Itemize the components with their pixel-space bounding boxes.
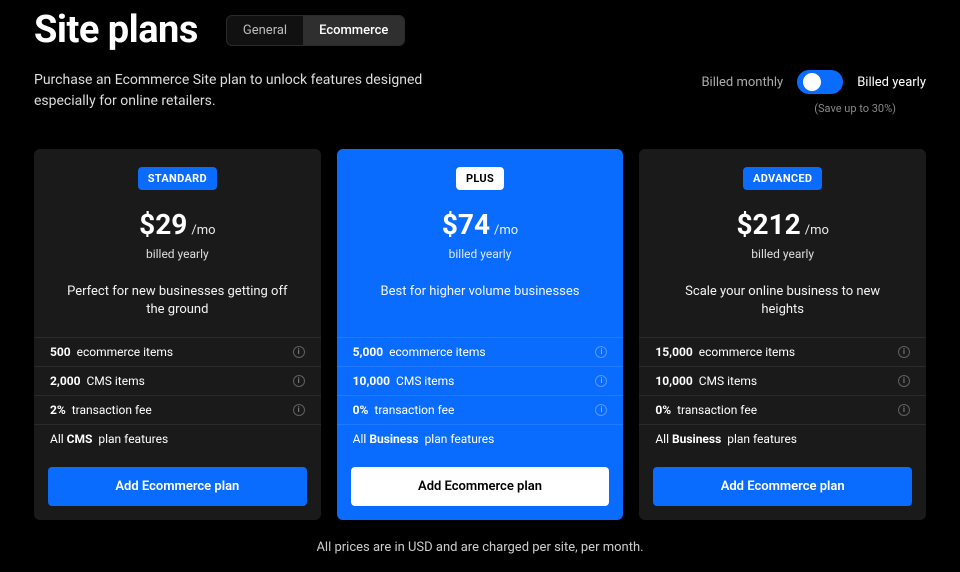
add-plan-button[interactable]: Add Ecommerce plan [653,467,912,506]
feature-row: 15,000 ecommerce itemsi [639,337,926,366]
feature-row: 500 ecommerce itemsi [34,337,321,366]
feature-row: All Business plan featuresi [639,424,926,453]
plan-per: /mo [191,223,215,238]
feature-row: 2,000 CMS itemsi [34,366,321,395]
feature-row: 0% transaction feei [337,395,624,424]
plan-features: 5,000 ecommerce itemsi 10,000 CMS itemsi… [337,337,624,453]
plan-card-plus: PLUS $74 /mo billed yearly Best for high… [337,149,624,520]
info-icon[interactable]: i [595,404,607,416]
info-icon[interactable]: i [595,346,607,358]
info-icon[interactable]: i [898,346,910,358]
billed-yearly-label[interactable]: Billed yearly [857,75,926,90]
pricing-cards: STANDARD $29 /mo billed yearly Perfect f… [34,149,926,520]
add-plan-button[interactable]: Add Ecommerce plan [351,467,610,506]
info-icon[interactable]: i [293,404,305,416]
toggle-knob [803,73,821,91]
save-note: (Save up to 30%) [701,102,896,115]
page-title: Site plans [34,8,198,52]
plan-features: 15,000 ecommerce itemsi 10,000 CMS items… [639,337,926,453]
info-icon[interactable]: i [898,375,910,387]
plan-tagline: Perfect for new businesses getting off t… [34,283,321,319]
plan-per: /mo [805,223,829,238]
feature-row: All CMS plan featuresi [34,424,321,453]
billing-cycle-toggle[interactable] [797,70,843,94]
plan-badge: ADVANCED [743,167,822,190]
billed-monthly-label[interactable]: Billed monthly [701,75,783,90]
info-icon[interactable]: i [595,375,607,387]
plan-price: $212 [736,208,800,241]
plan-card-standard: STANDARD $29 /mo billed yearly Perfect f… [34,149,321,520]
plan-billed: billed yearly [751,247,814,261]
plan-billed: billed yearly [449,247,512,261]
feature-row: 2% transaction feei [34,395,321,424]
plan-billed: billed yearly [146,247,209,261]
plan-tagline: Best for higher volume businesses [355,283,606,319]
tab-ecommerce[interactable]: Ecommerce [303,16,404,45]
feature-row: 10,000 CMS itemsi [639,366,926,395]
tab-general[interactable]: General [227,16,303,45]
plan-price-row: $29 /mo [139,208,215,241]
info-icon[interactable]: i [293,346,305,358]
plan-badge: PLUS [456,167,504,190]
feature-row: 10,000 CMS itemsi [337,366,624,395]
plan-badge: STANDARD [138,167,217,190]
feature-row: 0% transaction feei [639,395,926,424]
plan-price: $74 [442,208,490,241]
plan-category-tabs: General Ecommerce [226,15,405,46]
info-icon[interactable]: i [898,404,910,416]
plan-tagline: Scale your online business to new height… [639,283,926,319]
plan-price-row: $212 /mo [736,208,828,241]
billing-toggle-group: Billed monthly Billed yearly (Save up to… [701,70,926,115]
pricing-footnote: All prices are in USD and are charged pe… [34,540,926,555]
plan-card-advanced: ADVANCED $212 /mo billed yearly Scale yo… [639,149,926,520]
feature-row: 5,000 ecommerce itemsi [337,337,624,366]
plan-price: $29 [139,208,187,241]
feature-row: All Business plan featuresi [337,424,624,453]
plan-price-row: $74 /mo [442,208,518,241]
page-description: Purchase an Ecommerce Site plan to unloc… [34,70,454,115]
plan-per: /mo [494,223,518,238]
info-icon[interactable]: i [293,375,305,387]
plan-features: 500 ecommerce itemsi 2,000 CMS itemsi 2%… [34,337,321,453]
add-plan-button[interactable]: Add Ecommerce plan [48,467,307,506]
